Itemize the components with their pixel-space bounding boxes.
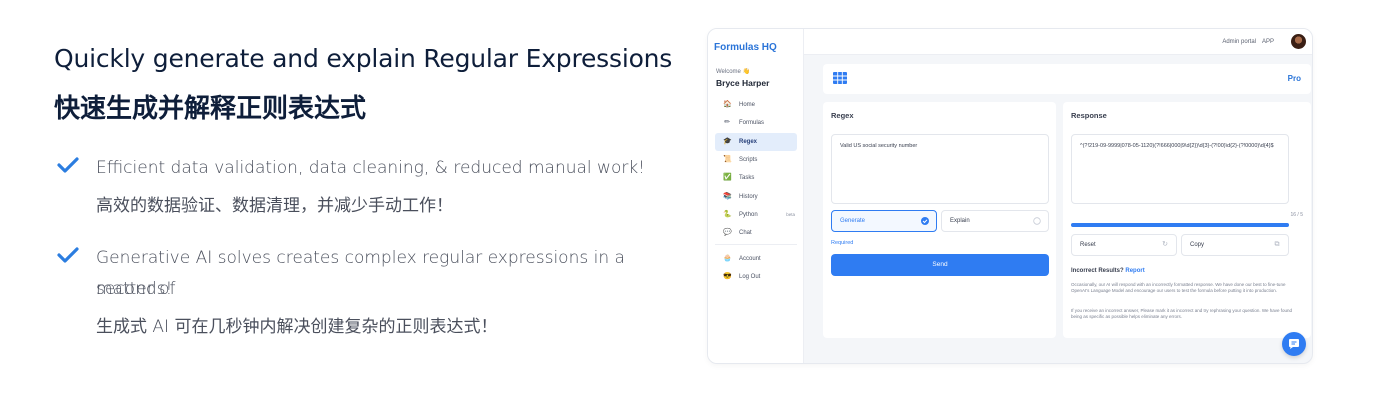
generate-option[interactable]: Generate	[831, 210, 937, 232]
progress-fill	[1071, 223, 1289, 227]
disclaimer-text: Occasionally, our AI will respond with a…	[1071, 282, 1286, 293]
sidebar-item-tasks[interactable]: ✅ Tasks	[715, 169, 797, 187]
welcome-label: Welcome 👋	[716, 69, 751, 75]
sidebar-item-label: Scripts	[739, 157, 758, 164]
sidebar-item-label: Regex	[739, 138, 758, 145]
sidebar-item-chat[interactable]: 💬 Chat	[715, 224, 797, 242]
incorrect-results-label: Incorrect Results?	[1071, 268, 1124, 274]
feature-text-english-line-1: Generative AI solves creates complex reg…	[96, 248, 625, 299]
admin-portal-link[interactable]: Admin portal	[1222, 39, 1256, 45]
copy-label: Copy	[1190, 242, 1205, 248]
spreadsheet-grid-icon	[833, 72, 847, 84]
reset-label: Reset	[1080, 242, 1096, 248]
plan-badge: Pro	[1287, 74, 1301, 83]
pencil-icon: ✏	[724, 119, 730, 127]
hero-title-chinese: 快速生成并解释正则表达式	[54, 94, 367, 124]
sidebar-item-label: Chat	[739, 230, 752, 237]
feature-text-english-line-2: seconds!	[96, 279, 173, 299]
sidebar-item-label: Home	[739, 102, 756, 109]
sidebar-item-label: Formulas	[739, 120, 765, 127]
sidebar-item-history[interactable]: 📚 History	[715, 187, 797, 205]
copy-button[interactable]: Copy ⧉	[1181, 234, 1289, 256]
sidebar-item-label: Tasks	[739, 175, 755, 182]
generate-label: Generate	[840, 218, 866, 224]
logout-icon: 😎	[723, 272, 732, 280]
sidebar-item-logout[interactable]: 😎 Log Out	[715, 268, 797, 286]
app-screenshot: Formulas HQ Welcome 👋 Bryce Harper 🏠 Home…	[707, 28, 1313, 364]
sidebar-item-formulas[interactable]: ✏ Formulas	[715, 114, 797, 132]
beta-badge: beta	[786, 212, 795, 218]
report-link[interactable]: Report	[1125, 268, 1144, 274]
account-icon: 🧁	[723, 254, 732, 262]
character-counter: 16 / 5	[1290, 212, 1303, 218]
sidebar-item-label: Account	[739, 255, 761, 262]
explain-label: Explain	[950, 218, 970, 224]
sidebar-item-python[interactable]: 🐍 Python beta	[715, 206, 797, 224]
incorrect-results-heading: Incorrect Results? Report	[1071, 268, 1145, 274]
check-circle-icon	[921, 217, 929, 225]
response-output[interactable]: ^(?!219-09-9999|078-05-1120)(?!666|000|9…	[1071, 134, 1289, 204]
home-icon: 🏠	[723, 101, 732, 109]
radio-circle-icon	[1033, 217, 1041, 225]
username: Bryce Harper	[716, 78, 770, 88]
reset-button[interactable]: Reset ↻	[1071, 234, 1177, 256]
chat-bubble-icon	[1289, 339, 1299, 349]
sidebar-item-scripts[interactable]: 📜 Scripts	[715, 151, 797, 169]
avatar[interactable]	[1291, 34, 1306, 49]
chat-launcher-button[interactable]	[1282, 332, 1306, 356]
sidebar-nav: 🏠 Home ✏ Formulas 🎓 Regex 📜 Scripts ✅ Tasks 📚…	[715, 96, 797, 286]
copy-icon: ⧉	[1274, 241, 1280, 248]
plan-banner: Pro	[823, 64, 1311, 94]
disclaimer-text: If you receive an incorrect answer, Plea…	[1071, 308, 1293, 319]
check-icon	[57, 157, 79, 173]
sidebar-item-regex[interactable]: 🎓 Regex	[715, 132, 797, 151]
sidebar: Formulas HQ Welcome 👋 Bryce Harper 🏠 Home…	[708, 29, 804, 363]
graduation-cap-icon: 🎓	[723, 137, 732, 145]
hero-title-english: Quickly generate and explain Regular Exp…	[54, 44, 673, 73]
required-label: Required	[831, 240, 854, 246]
response-panel: Response ^(?!219-09-9999|078-05-1120)(?!…	[1063, 102, 1311, 338]
chat-icon: 💬	[723, 229, 732, 237]
sidebar-item-label: Log Out	[739, 273, 761, 280]
app-link[interactable]: APP	[1262, 39, 1274, 45]
checkbox-icon: ✅	[723, 174, 732, 182]
feature-text-english: Efficient data validation, data cleaning…	[96, 158, 645, 178]
topbar: Admin portal APP	[804, 29, 1312, 55]
sidebar-item-label: Python	[739, 211, 758, 218]
scroll-icon: 📜	[723, 156, 732, 164]
send-button[interactable]: Send	[831, 254, 1049, 276]
progress-bar	[1071, 223, 1289, 227]
feature-text-chinese: 生成式 AI 可在几秒钟内解决创建复杂的正则表达式！	[96, 317, 498, 337]
regex-panel: Regex Valid US social security number Ge…	[823, 102, 1056, 338]
sidebar-item-label: History	[739, 193, 758, 200]
regex-prompt-input[interactable]: Valid US social security number	[831, 134, 1049, 204]
brand-logo[interactable]: Formulas HQ	[714, 42, 777, 53]
refresh-icon: ↻	[1162, 241, 1168, 248]
panel-title: Regex	[831, 111, 854, 120]
check-icon	[57, 247, 79, 263]
sidebar-item-account[interactable]: 🧁 Account	[715, 249, 797, 267]
page: Quickly generate and explain Regular Exp…	[0, 0, 1389, 412]
panel-title: Response	[1071, 111, 1107, 120]
sidebar-item-home[interactable]: 🏠 Home	[715, 96, 797, 114]
sidebar-divider	[715, 244, 797, 246]
explain-option[interactable]: Explain	[941, 210, 1049, 232]
feature-text-chinese: 高效的数据验证、数据清理，并减少手动工作！	[96, 196, 453, 216]
history-icon: 📚	[723, 192, 732, 200]
python-icon: 🐍	[723, 210, 732, 218]
